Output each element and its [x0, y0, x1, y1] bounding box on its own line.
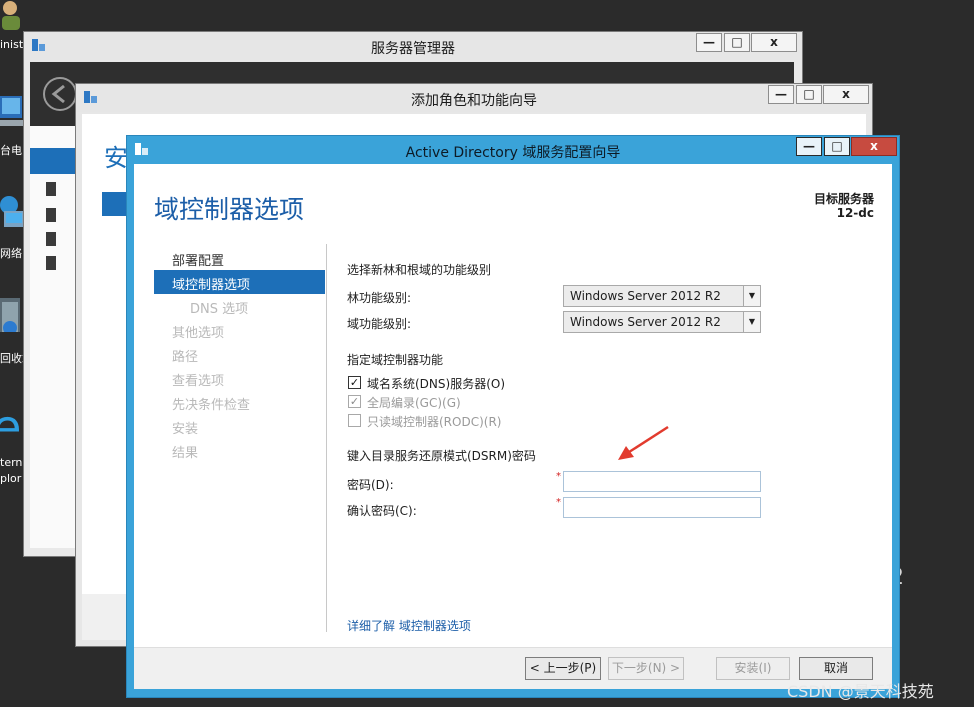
annotation-arrow-icon — [618, 425, 669, 460]
functional-level-heading: 选择新林和根域的功能级别 — [347, 263, 492, 277]
target-server-label: 目标服务器 — [813, 192, 874, 206]
dsrm-heading: 键入目录服务还原模式(DSRM)密码 — [347, 449, 536, 463]
maximize-button[interactable]: □ — [824, 137, 850, 156]
wizard-button-bar: < 上一步(P) 下一步(N) > 安装(I) 取消 — [134, 647, 892, 689]
window-title: 添加角色和功能向导 — [411, 93, 537, 109]
password-label: 密码(D): — [347, 478, 394, 492]
window-title: 服务器管理器 — [371, 41, 455, 57]
step-installation: 安装 — [172, 422, 199, 437]
add-roles-wizard-titlebar[interactable]: 添加角色和功能向导 — □ x — [76, 84, 872, 112]
server-manager-titlebar[interactable]: 服务器管理器 — □ x — [24, 32, 802, 60]
nav-item-dashboard[interactable] — [30, 148, 80, 174]
confirm-password-label: 确认密码(C): — [347, 504, 417, 518]
back-button[interactable]: < 上一步(P) — [525, 657, 601, 680]
target-server-value: 12-dc — [836, 206, 874, 220]
confirm-password-input[interactable] — [563, 497, 761, 518]
desktop-icon-label: 网络 — [0, 247, 22, 260]
dropdown-arrow-icon[interactable]: ▼ — [743, 286, 760, 306]
step-prerequisites-check: 先决条件检查 — [172, 398, 251, 413]
domain-level-value: Windows Server 2012 R2 — [570, 315, 721, 329]
dc-capabilities-heading: 指定域控制器功能 — [347, 353, 444, 367]
watermark: CSDN @景天科技苑 — [787, 682, 934, 701]
vertical-divider — [326, 244, 327, 632]
dns-server-checkbox[interactable]: ✓ — [348, 376, 361, 389]
nav-item-all-servers[interactable] — [46, 208, 56, 222]
forest-level-select[interactable]: Windows Server 2012 R2 ▼ — [563, 285, 761, 307]
user-icon — [2, 1, 20, 30]
page-title: 域控制器选项 — [154, 195, 305, 224]
install-button: 安装(I) — [716, 657, 790, 680]
adds-wizard-content: 域控制器选项 目标服务器 12-dc 部署配置 域控制器选项 DNS 选项 其他… — [134, 164, 892, 689]
minimize-button[interactable]: — — [696, 33, 722, 52]
step-additional-options: 其他选项 — [172, 326, 225, 341]
rodc-checkbox — [348, 414, 361, 427]
window-title: Active Directory 域服务配置向导 — [405, 145, 621, 161]
global-catalog-label: 全局编录(GC)(G) — [367, 396, 461, 410]
forest-level-value: Windows Server 2012 R2 — [570, 289, 721, 303]
cancel-button[interactable]: 取消 — [799, 657, 873, 680]
dns-server-label[interactable]: 域名系统(DNS)服务器(O) — [367, 375, 505, 392]
desktop-icon-label: 台电 — [0, 144, 22, 157]
step-deployment-config[interactable]: 部署配置 — [172, 250, 224, 269]
maximize-button[interactable]: □ — [724, 33, 750, 52]
learn-more-link[interactable]: 详细了解 域控制器选项 — [347, 617, 471, 634]
step-review-options: 查看选项 — [172, 374, 225, 389]
maximize-button[interactable]: □ — [796, 85, 822, 104]
desktop-icon-label: plor — [0, 472, 22, 485]
page-title: 安 — [104, 144, 128, 172]
step-dns-options: DNS 选项 — [190, 302, 249, 317]
close-button[interactable]: x — [823, 85, 869, 104]
close-button[interactable]: x — [751, 33, 797, 52]
password-input[interactable] — [563, 471, 761, 492]
forest-level-label: 林功能级别: — [347, 291, 412, 305]
nav-item-local-server[interactable] — [46, 182, 56, 196]
domain-level-label: 域功能级别: — [347, 317, 412, 331]
adds-config-wizard-window[interactable]: Active Directory 域服务配置向导 — □ x 域控制器选项 目标… — [126, 135, 900, 698]
rodc-label: 只读域控制器(RODC)(R) — [367, 415, 502, 429]
step-dc-options[interactable]: 域控制器选项 — [172, 274, 250, 293]
server-manager-nav — [30, 126, 80, 548]
next-button: 下一步(N) > — [608, 657, 684, 680]
dropdown-arrow-icon[interactable]: ▼ — [743, 312, 760, 332]
required-marker: * — [556, 471, 561, 482]
global-catalog-checkbox: ✓ — [348, 395, 361, 408]
step-results: 结果 — [172, 446, 199, 461]
nav-item-file-services[interactable] — [46, 256, 56, 270]
domain-level-select[interactable]: Windows Server 2012 R2 ▼ — [563, 311, 761, 333]
close-button[interactable]: x — [851, 137, 897, 156]
minimize-button[interactable]: — — [796, 137, 822, 156]
svg-text:e: e — [0, 400, 22, 434]
step-paths: 路径 — [172, 350, 199, 365]
desktop-icon-label: inist — [0, 38, 24, 51]
adds-wizard-titlebar[interactable]: Active Directory 域服务配置向导 — □ x — [127, 136, 899, 164]
minimize-button[interactable]: — — [768, 85, 794, 104]
nav-item-adds[interactable] — [46, 232, 56, 246]
back-arrow-icon[interactable] — [42, 76, 78, 112]
required-marker: * — [556, 497, 561, 508]
